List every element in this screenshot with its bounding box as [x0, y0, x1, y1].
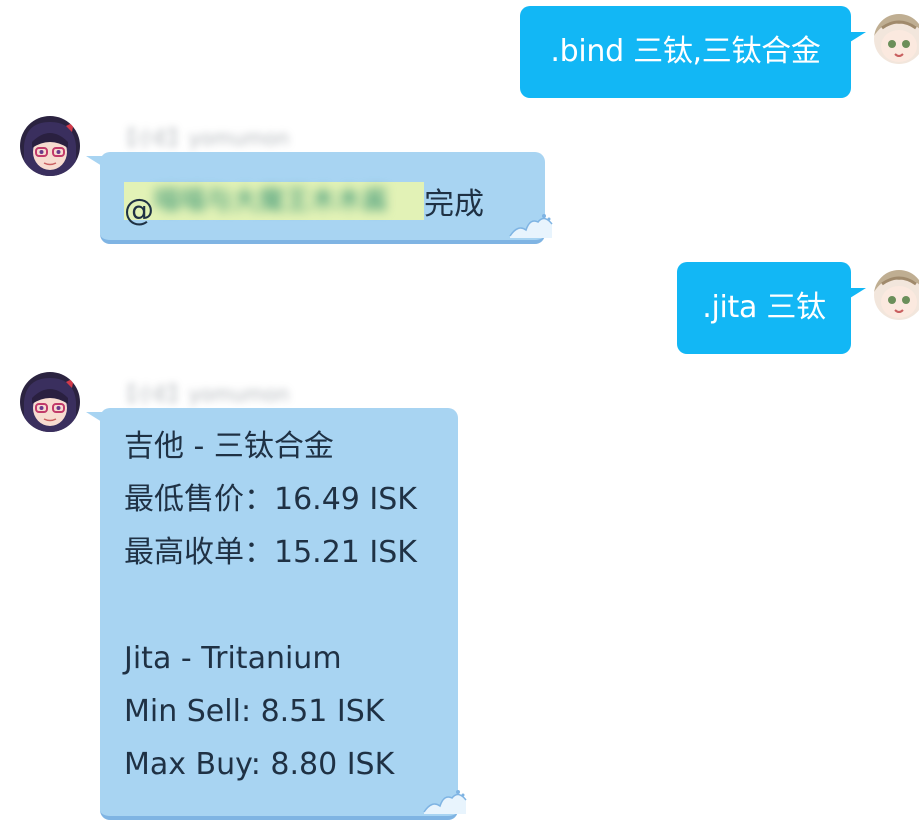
self-avatar-image	[874, 270, 919, 320]
message-line	[124, 579, 458, 632]
mention-name: 喵喵与大魔王木木酱	[154, 186, 389, 216]
message-line: Jita - Tritanium	[124, 641, 342, 676]
bot-avatar-image	[20, 116, 80, 176]
mention-line: @喵喵与大魔王木木酱 完成	[124, 179, 484, 228]
incoming-message-2: 【小E】yomumon 吉他 - 三钛合金 最低售价：16.49 ISK 最高收…	[0, 366, 919, 829]
incoming-bubble[interactable]: 吉他 - 三钛合金 最低售价：16.49 ISK 最高收单：15.21 ISK …	[100, 408, 458, 820]
outgoing-message-2: .jita 三钛	[0, 256, 919, 366]
self-avatar[interactable]	[874, 270, 919, 320]
incoming-bubble[interactable]: @喵喵与大魔王木木酱 完成	[100, 152, 545, 244]
bubble-tail	[850, 288, 866, 298]
message-line: 最低售价：16.49 ISK	[124, 482, 417, 517]
message-text: .jita 三钛	[702, 290, 826, 325]
mention-at: @	[124, 193, 154, 228]
bot-avatar[interactable]	[20, 372, 80, 432]
message-line: 最高收单：15.21 ISK	[124, 535, 417, 570]
mention-suffix: 完成	[424, 187, 484, 222]
message-line: Max Buy: 8.80 ISK	[124, 747, 395, 782]
sender-name: 【小E】yomumon	[116, 126, 290, 150]
outgoing-bubble[interactable]: .jita 三钛	[677, 262, 851, 354]
bubble-tail	[850, 32, 866, 42]
incoming-message-1: 【小E】yomumon @喵喵与大魔王木木酱 完成	[0, 110, 919, 260]
bot-avatar[interactable]	[20, 116, 80, 176]
bubble-wave-icon	[509, 214, 553, 238]
sender-name: 【小E】yomumon	[116, 382, 290, 406]
self-avatar-image	[874, 14, 919, 64]
outgoing-message-1: .bind 三钛,三钛合金	[0, 0, 919, 110]
message-text: .bind 三钛,三钛合金	[550, 34, 821, 69]
message-line: Min Sell: 8.51 ISK	[124, 694, 385, 729]
mention-highlight[interactable]: @喵喵与大魔王木木酱	[124, 182, 424, 228]
message-line: 吉他 - 三钛合金	[124, 429, 334, 464]
bot-avatar-image	[20, 372, 80, 432]
bubble-wave-icon	[423, 790, 467, 814]
self-avatar[interactable]	[874, 14, 919, 64]
outgoing-bubble[interactable]: .bind 三钛,三钛合金	[520, 6, 851, 98]
